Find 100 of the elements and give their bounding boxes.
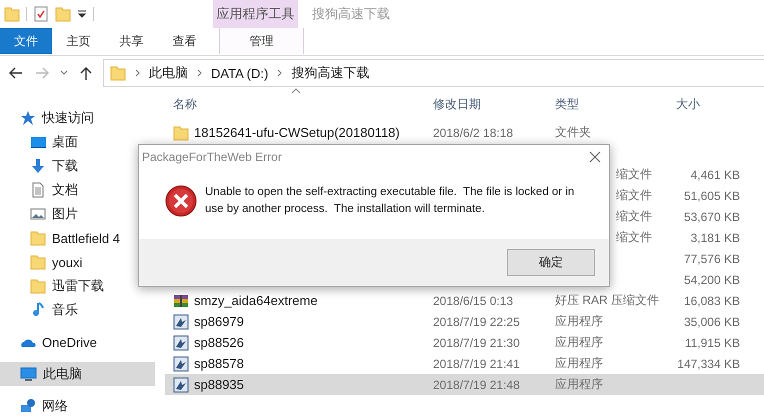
computer-icon	[20, 366, 37, 382]
date-cell: 2018/7/19 21:48	[433, 378, 520, 392]
nav-item[interactable]: youxi	[0, 250, 86, 274]
document-icon	[30, 182, 46, 198]
nav-label: OneDrive	[42, 334, 97, 350]
type-cell: 应用程序	[555, 313, 603, 330]
chevron-icon	[134, 69, 141, 77]
nav-item[interactable]: 迅雷下载	[0, 274, 108, 298]
type-cell: 应用程序	[555, 334, 603, 351]
window-title: 搜狗高速下载	[312, 5, 390, 23]
desktop-icon	[30, 134, 46, 150]
size-cell: 11,915 KB	[684, 336, 740, 350]
ribbon-tab[interactable]: 主页	[52, 28, 105, 54]
type-cell: 好压 RAR 压缩文件	[555, 292, 660, 309]
caret-icon[interactable]	[60, 69, 68, 77]
column-header[interactable]: 名称	[165, 90, 425, 118]
folder-icon	[55, 6, 71, 22]
nav-item[interactable]: Battlefield 4	[0, 226, 124, 250]
size-cell: 35,006 KB	[684, 314, 740, 328]
nav-label: 快速访问	[42, 109, 94, 127]
size-cell: 51,605 KB	[684, 188, 740, 202]
ok-button[interactable]: 确定	[507, 249, 595, 276]
music-note-icon	[30, 302, 46, 318]
app-icon	[173, 356, 189, 372]
nav-label: 桌面	[52, 133, 78, 151]
nav-item[interactable]: 图片	[0, 202, 82, 226]
nav-label: 网络	[42, 397, 68, 415]
column-header[interactable]: 大小	[668, 90, 745, 118]
size-cell: 16,083 KB	[684, 294, 740, 308]
nav-item[interactable]: 快速访问	[0, 106, 98, 130]
type-cell: 应用程序	[555, 376, 603, 393]
chevron-icon	[196, 69, 203, 77]
ribbon-tab[interactable]: 查看	[158, 28, 211, 54]
star-icon	[20, 110, 36, 126]
folder-icon	[110, 65, 126, 81]
context-tab-group: 应用程序工具	[213, 0, 298, 28]
ribbon-tab[interactable]: 共享	[105, 28, 158, 54]
network-icon	[20, 398, 36, 414]
chevron-icon	[276, 69, 284, 77]
nav-item[interactable]: OneDrive	[0, 330, 101, 354]
nav-item[interactable]: 桌面	[0, 130, 82, 154]
type-cell: 文件夹	[555, 124, 591, 141]
nav-item[interactable]: 此电脑	[0, 362, 155, 386]
nav-label: 文档	[52, 181, 78, 199]
folder-icon	[30, 278, 46, 294]
nav-item[interactable]: 网络	[0, 394, 72, 418]
folder-icon	[4, 6, 20, 22]
size-cell: 77,576 KB	[684, 252, 740, 266]
up-icon[interactable]	[78, 65, 94, 81]
file-name[interactable]: smzy_aida64extreme	[194, 293, 318, 308]
type-cell: 缩文件	[616, 208, 652, 225]
ribbon-tab[interactable]: 文件	[0, 28, 52, 54]
sort-caret-icon	[291, 88, 301, 94]
file-name[interactable]: sp86979	[194, 314, 244, 329]
date-cell: 2018/6/2 18:18	[433, 126, 514, 140]
size-cell: 54,200 KB	[684, 272, 740, 286]
selected-row[interactable]: sp88935 2018/7/19 21:48 应用程序	[165, 374, 764, 395]
folder-icon	[173, 124, 189, 140]
date-cell: 2018/7/19 21:30	[433, 336, 520, 350]
checklist-icon[interactable]	[33, 6, 49, 22]
type-cell: 缩文件	[616, 187, 652, 204]
nav-item[interactable]: 下载	[0, 154, 82, 178]
column-header[interactable]: 类型	[547, 90, 668, 118]
back-icon[interactable]	[8, 65, 24, 81]
nav-label: youxi	[52, 254, 82, 270]
nav-label: Battlefield 4	[52, 230, 120, 246]
folder-icon	[30, 254, 46, 270]
size-cell: 3,181 KB	[690, 230, 740, 244]
file-name[interactable]: sp88526	[194, 335, 244, 350]
dialog-title: PackageForTheWeb Error	[142, 150, 282, 164]
address-bar[interactable]: 此电脑 DATA (D:) 搜狗高速下载	[103, 59, 764, 87]
size-cell: 147,334 KB	[677, 356, 740, 370]
ribbon-tab[interactable]: 管理	[219, 28, 304, 54]
nav-item[interactable]: 文档	[0, 178, 82, 202]
nav-label: 此电脑	[43, 365, 82, 383]
nav-label: 迅雷下载	[52, 277, 104, 295]
date-cell: 2018/6/15 0:13	[433, 294, 514, 308]
dropdown-icon[interactable]	[77, 8, 87, 20]
date-cell: 2018/7/19 22:25	[433, 314, 520, 328]
nav-label: 下载	[52, 157, 78, 175]
app-icon	[173, 314, 189, 330]
size-cell: 4,461 KB	[690, 168, 740, 182]
archive-icon	[173, 292, 189, 308]
error-icon	[165, 185, 197, 217]
type-cell: 应用程序	[555, 355, 603, 372]
folder-icon	[30, 230, 46, 246]
nav-label: 音乐	[52, 301, 78, 319]
app-icon	[173, 376, 189, 392]
nav-item[interactable]: 音乐	[0, 298, 82, 322]
download-icon	[30, 158, 46, 174]
close-icon[interactable]	[589, 151, 601, 163]
error-message: Unable to open the self-extracting executable file. The file is locked or in use by another process. The installation will terminate.	[205, 185, 576, 217]
type-cell: 缩文件	[616, 229, 652, 246]
file-name[interactable]: sp88935	[194, 377, 244, 392]
column-header[interactable]: 修改日期	[425, 90, 547, 118]
file-name[interactable]: sp88578	[194, 356, 244, 371]
type-cell: 缩文件	[616, 166, 652, 183]
size-cell: 53,670 KB	[684, 210, 740, 224]
file-name[interactable]: 18152641-ufu-CWSetup(20180118)	[194, 125, 400, 140]
picture-icon	[30, 206, 46, 222]
